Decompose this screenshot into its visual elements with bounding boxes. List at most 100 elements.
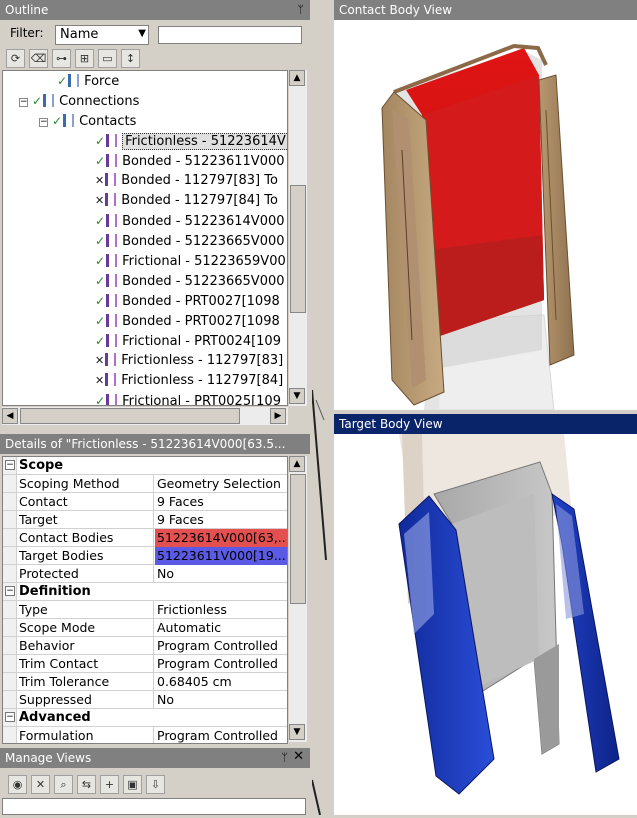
filter-input[interactable]	[158, 26, 302, 44]
contact-region-icon	[105, 373, 117, 386]
view-icon[interactable]: ◉	[8, 775, 27, 794]
contact-body-view[interactable]: Contact Body View	[334, 0, 637, 410]
save-view-icon[interactable]: ▣	[123, 775, 142, 794]
property-value[interactable]: 0.68405 cm	[155, 673, 287, 691]
tree-item[interactable]: ✓ Bonded - 51223665V000	[95, 231, 285, 251]
property-row[interactable]: Behavior Program Controlled	[3, 637, 287, 655]
property-value[interactable]: Program Controlled	[155, 655, 287, 673]
scroll-thumb[interactable]	[290, 185, 306, 313]
property-row[interactable]: Type Frictionless	[3, 601, 287, 619]
scroll-up-icon[interactable]: ▲	[289, 456, 305, 472]
delete-icon[interactable]: ✕	[31, 775, 50, 794]
tree-item[interactable]: ✕ Frictionless - 112797[84]	[95, 371, 283, 391]
close-icon[interactable]: ✕	[293, 749, 304, 765]
tree-item[interactable]: ✓ Bonded - PRT0027[1098	[95, 311, 280, 331]
group-header[interactable]: − Advanced	[3, 709, 287, 727]
tree-item[interactable]: − ✓ Contacts	[39, 111, 136, 131]
property-value[interactable]: 9 Faces	[155, 493, 287, 511]
suppressed-icon: ✕	[95, 354, 105, 367]
import-icon[interactable]: ⇩	[146, 775, 165, 794]
property-value[interactable]: 51223614V000[63,...	[155, 529, 287, 547]
tree-item[interactable]: ✕ Frictionless - 112797[83]	[95, 351, 283, 371]
property-row[interactable]: Contact Bodies 51223614V000[63,...	[3, 529, 287, 547]
scroll-left-icon[interactable]: ◀	[2, 408, 18, 424]
tree-item[interactable]: ✓ Bonded - PRT0027[1098	[95, 291, 280, 311]
collapse-icon[interactable]: −	[19, 98, 28, 107]
scroll-down-icon[interactable]: ▼	[289, 388, 305, 404]
expand-icon[interactable]: ⊞	[75, 49, 94, 68]
group-header[interactable]: − Scope	[3, 457, 287, 475]
filter-label: Filter:	[10, 26, 44, 40]
property-value[interactable]: Frictionless	[155, 601, 287, 619]
property-value[interactable]: Program Controlled	[155, 727, 287, 743]
outline-tree: ✓ Force − ✓ Connections − ✓ Contacts ✓ Frictionle…	[2, 70, 288, 406]
tree-horizontal-scrollbar[interactable]: ◀ ▶	[2, 407, 288, 425]
property-row[interactable]: Formulation Program Controlled	[3, 727, 287, 743]
tree-icon[interactable]: ⊶	[52, 49, 71, 68]
group-header[interactable]: − Definition	[3, 583, 287, 601]
filter-select[interactable]: Name ▼	[55, 25, 149, 45]
collapse-icon[interactable]: −	[39, 118, 48, 127]
collapse-icon[interactable]: −	[5, 460, 15, 470]
scroll-thumb[interactable]	[290, 474, 306, 604]
check-icon: ✓	[95, 274, 106, 288]
property-key: Target	[17, 511, 154, 529]
scroll-right-icon[interactable]: ▶	[270, 408, 286, 424]
target-body-view[interactable]: Target Body View	[334, 414, 637, 815]
folder-icon[interactable]: ▭	[98, 49, 117, 68]
refresh-icon[interactable]: ⟳	[6, 49, 25, 68]
tree-item[interactable]: − ✓ Connections	[19, 91, 139, 111]
property-row[interactable]: Trim Tolerance 0.68405 cm	[3, 673, 287, 691]
tree-item[interactable]: ✓ Bonded - 51223614V000	[95, 211, 285, 231]
property-row[interactable]: Target 9 Faces	[3, 511, 287, 529]
tree-item[interactable]: ✓ Frictional - PRT0025[109	[95, 391, 281, 405]
tree-item-label: Frictionless - 112797[84]	[121, 373, 284, 388]
tree-item[interactable]: ✓ Frictionless - 51223614V	[95, 131, 287, 151]
contact-region-icon	[106, 334, 118, 347]
property-value[interactable]: 9 Faces	[155, 511, 287, 529]
compare-icon[interactable]: ⇆	[77, 775, 96, 794]
hscroll-thumb[interactable]	[20, 408, 240, 424]
sort-icon[interactable]: ↕	[121, 49, 140, 68]
find-icon[interactable]: ⌕	[54, 775, 73, 794]
property-value[interactable]: 51223611V000[19...	[155, 547, 287, 565]
tree-item[interactable]: ✓ Force	[57, 71, 119, 91]
tree-item[interactable]: ✓ Bonded - 51223611V000	[95, 151, 285, 171]
add-view-icon[interactable]: +	[100, 775, 119, 794]
property-row[interactable]: Scope Mode Automatic	[3, 619, 287, 637]
collapse-icon[interactable]: −	[5, 712, 15, 722]
check-icon: ✓	[95, 254, 106, 268]
property-value[interactable]: No	[155, 691, 287, 709]
property-value[interactable]: No	[155, 565, 287, 583]
property-value[interactable]: Geometry Selection	[155, 475, 287, 493]
tree-item[interactable]: ✓ Frictional - 51223659V00	[95, 251, 286, 271]
property-row[interactable]: Trim Contact Program Controlled	[3, 655, 287, 673]
suppressed-icon: ✕	[95, 194, 105, 207]
tree-item[interactable]: ✕ Bonded - 112797[84] To	[95, 191, 278, 211]
pin-icon[interactable]: ᛘ	[281, 750, 288, 766]
manage-views-list[interactable]	[2, 798, 306, 815]
scroll-up-icon[interactable]: ▲	[289, 70, 305, 86]
property-value[interactable]: Automatic	[155, 619, 287, 637]
clear-icon[interactable]: ⌫	[29, 49, 48, 68]
property-row[interactable]: Contact 9 Faces	[3, 493, 287, 511]
contact-region-icon	[106, 274, 118, 287]
pin-icon[interactable]: ᛘ	[297, 2, 304, 18]
tree-item[interactable]: ✓ Bonded - 51223665V000	[95, 271, 285, 291]
property-row[interactable]: Scoping Method Geometry Selection	[3, 475, 287, 493]
suppressed-icon: ✕	[95, 374, 105, 387]
tree-item[interactable]: ✓ Frictional - PRT0024[109	[95, 331, 281, 351]
scroll-down-icon[interactable]: ▼	[289, 724, 305, 740]
splitter[interactable]	[311, 0, 334, 816]
details-title: Details of "Frictionless - 51223614V000[…	[5, 437, 286, 451]
property-row[interactable]: Suppressed No	[3, 691, 287, 709]
collapse-icon[interactable]: −	[5, 586, 15, 596]
tree-item[interactable]: ✕ Bonded - 112797[83] To	[95, 171, 278, 191]
tree-item-label: Contacts	[79, 114, 137, 129]
property-value[interactable]: Program Controlled	[155, 637, 287, 655]
property-row[interactable]: Target Bodies 51223611V000[19...	[3, 547, 287, 565]
details-vertical-scrollbar[interactable]: ▲ ▼	[289, 456, 307, 742]
tree-vertical-scrollbar[interactable]: ▲ ▼	[289, 70, 307, 406]
property-row[interactable]: Protected No	[3, 565, 287, 583]
property-key: Behavior	[17, 637, 154, 655]
